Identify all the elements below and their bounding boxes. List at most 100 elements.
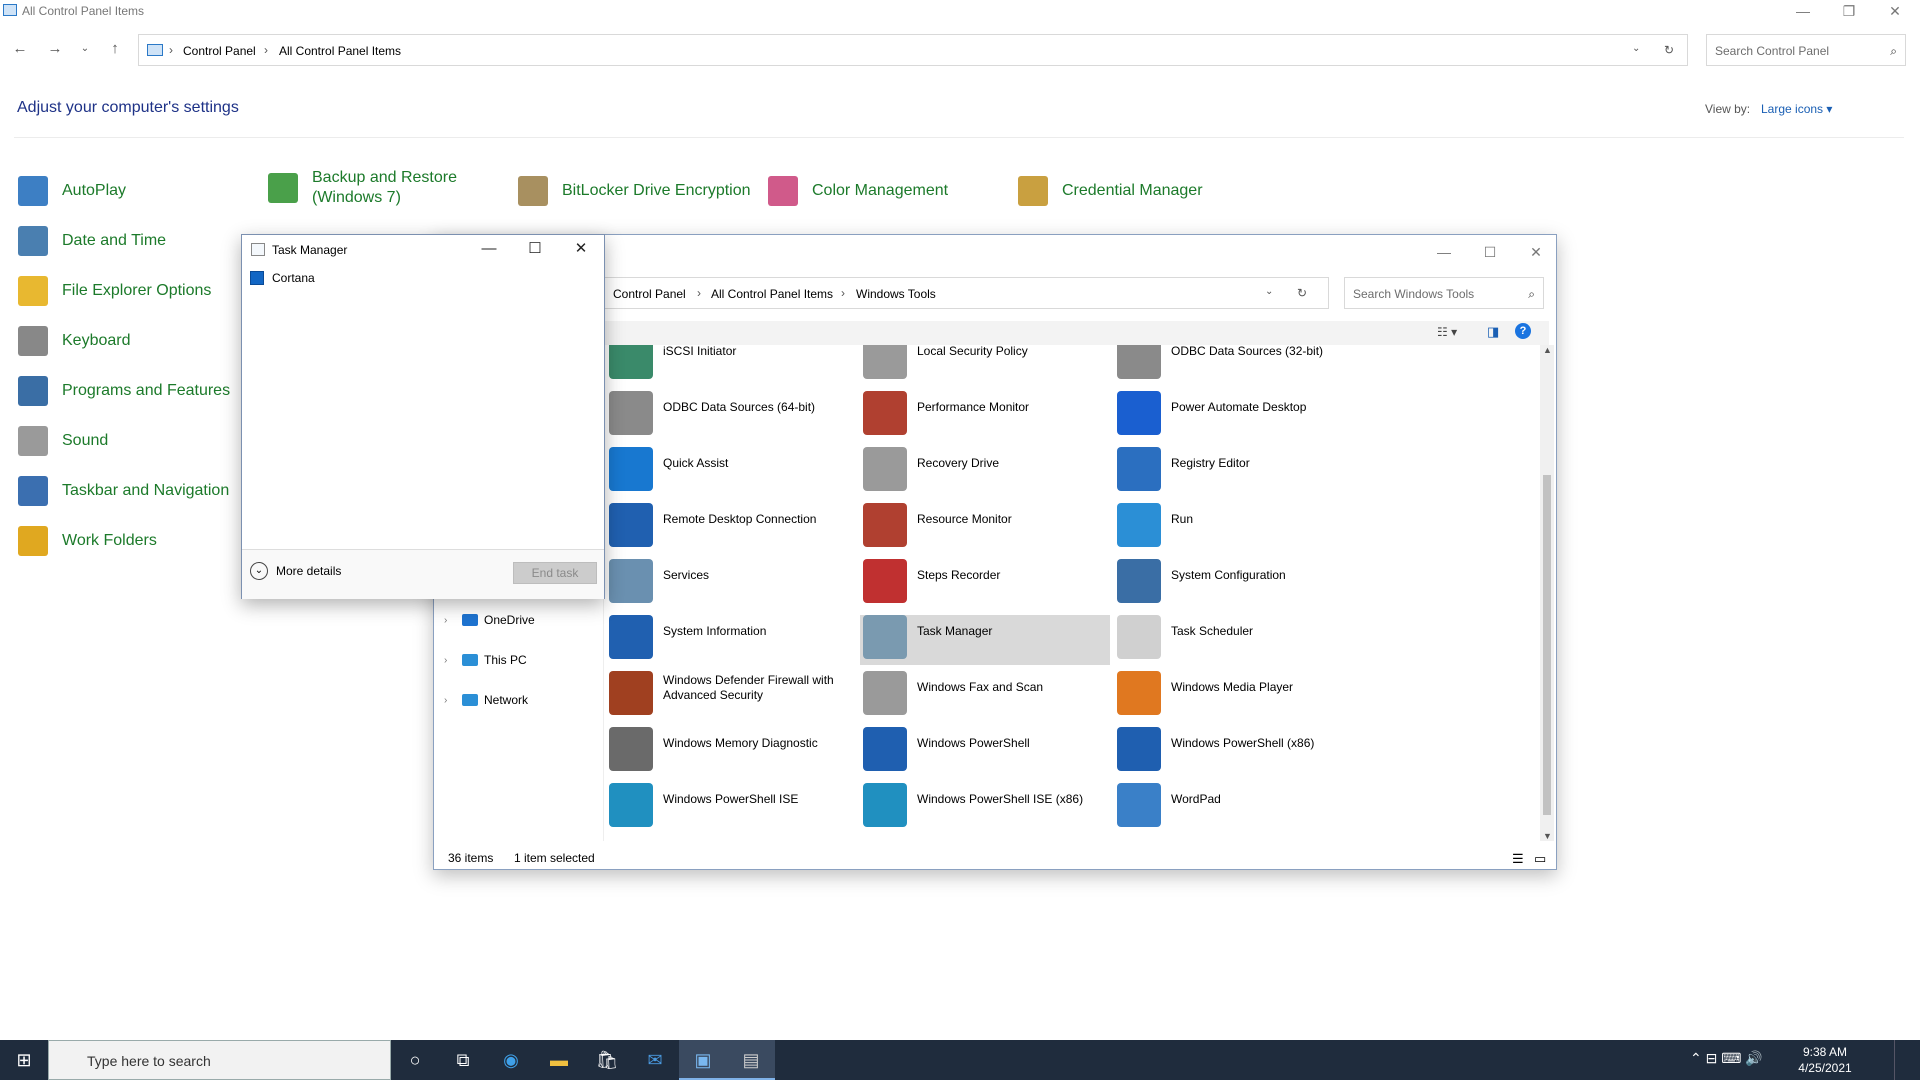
tool-windows-powershell[interactable]: Windows PowerShell: [860, 727, 1110, 777]
store-icon[interactable]: 🛍: [583, 1040, 631, 1080]
cp-item-taskbar-and-navigation[interactable]: Taskbar and Navigation: [18, 476, 229, 506]
details-view-icon[interactable]: ☰: [1512, 851, 1524, 867]
tool-system-configuration[interactable]: System Configuration: [1114, 559, 1364, 609]
tool-resource-monitor[interactable]: Resource Monitor: [860, 503, 1110, 553]
file-explorer-icon[interactable]: ▬: [535, 1040, 583, 1080]
tool-wordpad[interactable]: WordPad: [1114, 783, 1364, 833]
tool-steps-recorder[interactable]: Steps Recorder: [860, 559, 1110, 609]
system-tray[interactable]: ⌃ ⊟ ⌨ 🔊: [1690, 1050, 1763, 1067]
wt-refresh-icon[interactable]: ↻: [1297, 286, 1307, 300]
tool-quick-assist[interactable]: Quick Assist: [606, 447, 856, 497]
chevron-right-icon[interactable]: ›: [444, 695, 458, 706]
taskbar-search-box[interactable]: Type here to search: [48, 1040, 391, 1080]
back-arrow-icon[interactable]: ←: [9, 38, 31, 60]
restore-button[interactable]: ❐: [1826, 0, 1872, 24]
cp-item-color-management[interactable]: Color Management: [768, 176, 948, 206]
tool-iscsi-initiator[interactable]: iSCSI Initiator: [606, 345, 856, 385]
end-task-button[interactable]: End task: [513, 562, 597, 584]
cortana-taskbar-icon[interactable]: ○: [391, 1040, 439, 1080]
tool-task-manager[interactable]: Task Manager: [860, 615, 1110, 665]
show-desktop-button[interactable]: [1894, 1040, 1920, 1080]
address-bar[interactable]: › Control Panel › All Control Panel Item…: [138, 34, 1688, 66]
tool-services[interactable]: Services: [606, 559, 856, 609]
cp-item-bitlocker-drive-encryption[interactable]: BitLocker Drive Encryption: [518, 176, 751, 206]
cp-item-date-and-time[interactable]: Date and Time: [18, 226, 166, 256]
cp-item-programs-and-features[interactable]: Programs and Features: [18, 376, 230, 406]
scrollbar-thumb[interactable]: [1543, 475, 1551, 815]
wt-breadcrumb-all-items[interactable]: All Control Panel Items: [711, 287, 833, 301]
tool-power-automate-desktop[interactable]: Power Automate Desktop: [1114, 391, 1364, 441]
cp-item-work-folders[interactable]: Work Folders: [18, 526, 157, 556]
refresh-icon[interactable]: ↻: [1664, 43, 1674, 57]
search-windows-tools-input[interactable]: Search Windows Tools ⌕: [1344, 277, 1544, 309]
start-button[interactable]: ⊞: [0, 1040, 48, 1080]
minimize-button[interactable]: —: [1780, 0, 1826, 24]
wt-minimize-button[interactable]: —: [1421, 241, 1467, 265]
cp-item-label: Credential Manager: [1062, 182, 1203, 199]
preview-pane-icon[interactable]: ◨: [1487, 324, 1499, 340]
recent-locations-chevron-icon[interactable]: ⌄: [74, 38, 96, 60]
chevron-right-icon[interactable]: ›: [444, 615, 458, 626]
tool-remote-desktop-connection[interactable]: Remote Desktop Connection: [606, 503, 856, 553]
tool-run[interactable]: Run: [1114, 503, 1364, 553]
taskbar-clock[interactable]: 9:38 AM 4/25/2021: [1780, 1044, 1870, 1076]
wt-maximize-button[interactable]: ☐: [1467, 241, 1513, 265]
forward-arrow-icon[interactable]: →: [44, 38, 66, 60]
tool-windows-fax-and-scan[interactable]: Windows Fax and Scan: [860, 671, 1110, 721]
tool-registry-editor[interactable]: Registry Editor: [1114, 447, 1364, 497]
tool-windows-powershell-x86[interactable]: Windows PowerShell (x86): [1114, 727, 1364, 777]
nav-item-onedrive[interactable]: › OneDrive: [444, 613, 535, 627]
control-panel-taskbar-icon[interactable]: ▣: [679, 1040, 727, 1080]
scroll-down-icon[interactable]: ▼: [1543, 831, 1552, 841]
cp-item-sound[interactable]: Sound: [18, 426, 108, 456]
more-details-button[interactable]: ⌄ More details: [250, 562, 341, 580]
nav-item-network[interactable]: › Network: [444, 693, 528, 707]
breadcrumb-control-panel[interactable]: Control Panel: [183, 44, 256, 58]
tool-odbc-data-sources-64-bit[interactable]: ODBC Data Sources (64-bit): [606, 391, 856, 441]
tm-maximize-button[interactable]: ☐: [519, 239, 551, 261]
tool-windows-media-player[interactable]: Windows Media Player: [1114, 671, 1364, 721]
edge-icon[interactable]: ◉: [487, 1040, 535, 1080]
up-arrow-icon[interactable]: ↑: [104, 38, 126, 60]
tool-windows-powershell-ise[interactable]: Windows PowerShell ISE: [606, 783, 856, 833]
help-icon[interactable]: ?: [1515, 323, 1531, 339]
wt-breadcrumb-windows-tools[interactable]: Windows Tools: [856, 287, 936, 301]
wt-close-button[interactable]: ✕: [1513, 241, 1559, 265]
vertical-scrollbar[interactable]: ▲ ▼: [1540, 345, 1554, 841]
chevron-right-icon[interactable]: ›: [444, 655, 458, 666]
task-view-icon[interactable]: ⧉: [439, 1040, 487, 1080]
wt-address-dropdown-icon[interactable]: ⌄: [1265, 286, 1273, 297]
cp-item-backup-and-restore-windows-7[interactable]: Backup and Restore (Windows 7): [268, 168, 457, 208]
cp-item-credential-manager[interactable]: Credential Manager: [1018, 176, 1203, 206]
view-options-icon[interactable]: ☷ ▾: [1437, 325, 1457, 339]
process-row[interactable]: Cortana: [250, 271, 315, 285]
tool-windows-powershell-ise-x86[interactable]: Windows PowerShell ISE (x86): [860, 783, 1110, 833]
tool-recovery-drive[interactable]: Recovery Drive: [860, 447, 1110, 497]
tool-windows-defender-firewall-with-advanced-security[interactable]: Windows Defender Firewall with Advanced …: [606, 671, 856, 721]
tool-performance-monitor[interactable]: Performance Monitor: [860, 391, 1110, 441]
wt-address-bar[interactable]: Control Panel › All Control Panel Items …: [604, 277, 1329, 309]
task-manager-taskbar-icon[interactable]: ▤: [727, 1040, 775, 1080]
cp-item-autoplay[interactable]: AutoPlay: [18, 176, 126, 206]
breadcrumb-all-items[interactable]: All Control Panel Items: [279, 44, 401, 58]
nav-item-this-pc[interactable]: › This PC: [444, 653, 527, 667]
tool-odbc-data-sources-32-bit[interactable]: ODBC Data Sources (32-bit): [1114, 345, 1364, 385]
wt-breadcrumb-control-panel[interactable]: Control Panel: [613, 287, 686, 301]
view-by-dropdown[interactable]: Large icons ▾: [1761, 102, 1832, 116]
cp-item-file-explorer-options[interactable]: File Explorer Options: [18, 276, 211, 306]
window-title: All Control Panel Items: [22, 4, 145, 18]
tool-task-scheduler[interactable]: Task Scheduler: [1114, 615, 1364, 665]
large-icons-view-icon[interactable]: ▭: [1534, 851, 1546, 867]
scroll-up-icon[interactable]: ▲: [1543, 345, 1552, 355]
address-dropdown-icon[interactable]: ⌄: [1632, 43, 1640, 54]
tm-minimize-button[interactable]: —: [473, 239, 505, 261]
tool-local-security-policy[interactable]: Local Security Policy: [860, 345, 1110, 385]
cp-item-keyboard[interactable]: Keyboard: [18, 326, 131, 356]
tool-windows-memory-diagnostic[interactable]: Windows Memory Diagnostic: [606, 727, 856, 777]
tm-close-button[interactable]: ✕: [565, 239, 597, 261]
tool-system-information[interactable]: System Information: [606, 615, 856, 665]
powershell-ise-icon: [863, 783, 907, 827]
close-button[interactable]: ✕: [1872, 0, 1918, 24]
mail-icon[interactable]: ✉: [631, 1040, 679, 1080]
search-control-panel-input[interactable]: Search Control Panel ⌕: [1706, 34, 1906, 66]
